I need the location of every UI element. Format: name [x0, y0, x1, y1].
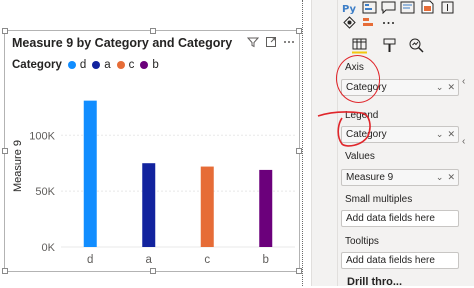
- qa-visual-icon[interactable]: [381, 1, 396, 15]
- x-tick-label: d: [87, 254, 93, 266]
- annotation-scribble: [317, 111, 371, 147]
- y-tick-label: 50K: [35, 186, 55, 198]
- analytics-tab-icon[interactable]: [408, 37, 425, 54]
- remove-field-icon[interactable]: ✕: [447, 80, 455, 95]
- key-influencers-icon[interactable]: [362, 1, 377, 14]
- chevron-down-icon[interactable]: ⌄: [436, 170, 444, 185]
- python-visual-icon[interactable]: Py: [342, 1, 358, 15]
- chevron-left-icon[interactable]: ‹: [462, 76, 465, 87]
- smart-narrative-icon[interactable]: [400, 1, 415, 14]
- y-tick-label: 0K: [42, 242, 56, 254]
- values-field-value: Measure 9: [346, 172, 394, 183]
- tooltips-placeholder: Add data fields here: [346, 255, 435, 266]
- tooltips-field-well[interactable]: Add data fields here: [341, 252, 459, 269]
- bar-c: [200, 166, 214, 247]
- paginated-report-icon[interactable]: [420, 0, 435, 14]
- more-options-icon[interactable]: [381, 16, 396, 29]
- chevron-down-icon[interactable]: ⌄: [436, 80, 444, 95]
- y-tick-label: 100K: [29, 130, 55, 142]
- small-multiples-placeholder: Add data fields here: [346, 213, 435, 224]
- values-field-well[interactable]: Measure 9 ⌄ ✕: [341, 169, 459, 186]
- values-well-label: Values: [345, 151, 375, 162]
- drill-through-heading: Drill thro...: [347, 276, 402, 288]
- small-multiples-field-well[interactable]: Add data fields here: [341, 210, 459, 227]
- chart-plot-area: 0K 50K 100K Measure 9 d a c b: [12, 100, 295, 266]
- decomposition-tree-icon[interactable]: [342, 16, 357, 29]
- format-tab-icon[interactable]: [381, 37, 398, 54]
- chevron-left-icon[interactable]: ‹: [462, 136, 465, 147]
- small-multiples-label: Small multiples: [345, 194, 413, 205]
- x-tick-label: a: [146, 254, 153, 266]
- chevron-down-icon[interactable]: ⌄: [436, 127, 444, 142]
- remove-field-icon[interactable]: ✕: [447, 170, 455, 185]
- clustered-column-chart-visual[interactable]: Measure 9 by Category and Category Categ…: [2, 28, 302, 274]
- bar-highlight-icon[interactable]: [362, 16, 377, 29]
- canvas-boundary-line: [302, 0, 303, 286]
- svg-text:Py: Py: [342, 4, 357, 14]
- y-axis-title: Measure 9: [12, 140, 24, 192]
- bar-b: [259, 169, 273, 247]
- fields-tab-icon[interactable]: [351, 37, 368, 54]
- more-visuals-icon[interactable]: [440, 1, 455, 14]
- bar-a: [142, 163, 156, 247]
- bar-d: [83, 100, 97, 247]
- remove-field-icon[interactable]: ✕: [447, 127, 455, 142]
- x-tick-label: c: [204, 254, 210, 266]
- tooltips-label: Tooltips: [345, 236, 379, 247]
- x-tick-label: b: [263, 254, 269, 266]
